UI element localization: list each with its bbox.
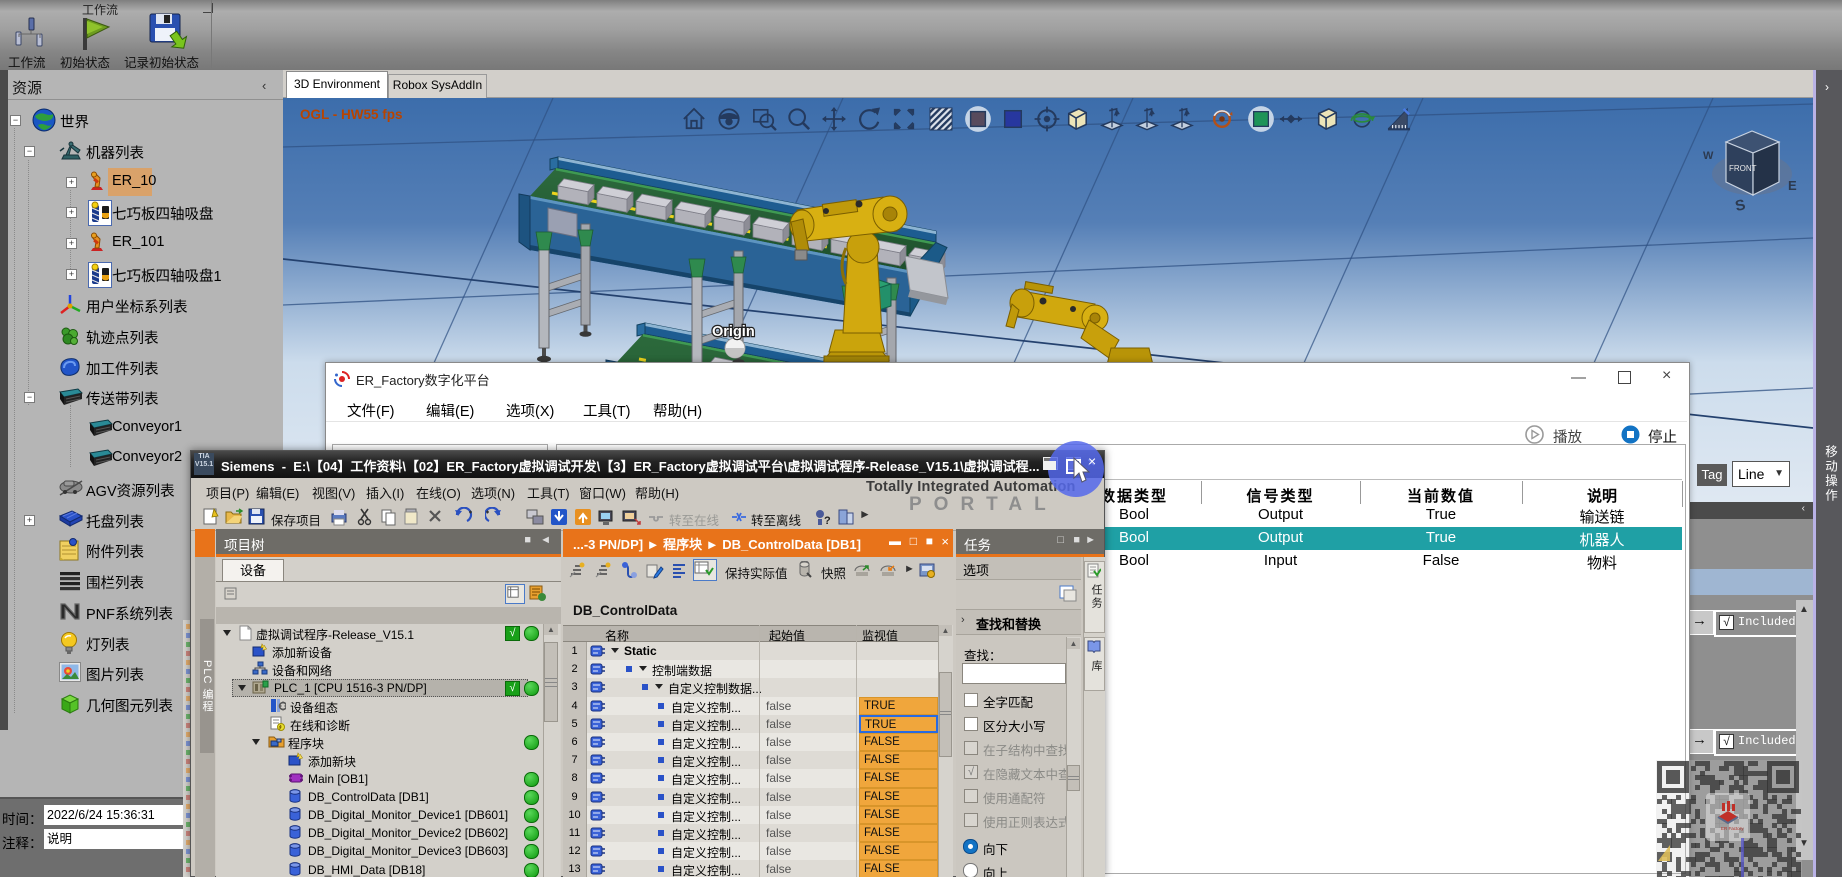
svg-text:E: E (1788, 178, 1797, 193)
svg-text:?: ? (824, 515, 831, 527)
svg-text:W: W (1703, 150, 1714, 162)
svg-text:Origin: Origin (712, 324, 755, 340)
svg-text:ER Factory: ER Factory (1721, 826, 1744, 831)
svg-text:OGL - HW55 fps: OGL - HW55 fps (300, 107, 403, 122)
svg-text:FRONT: FRONT (1729, 164, 1757, 173)
